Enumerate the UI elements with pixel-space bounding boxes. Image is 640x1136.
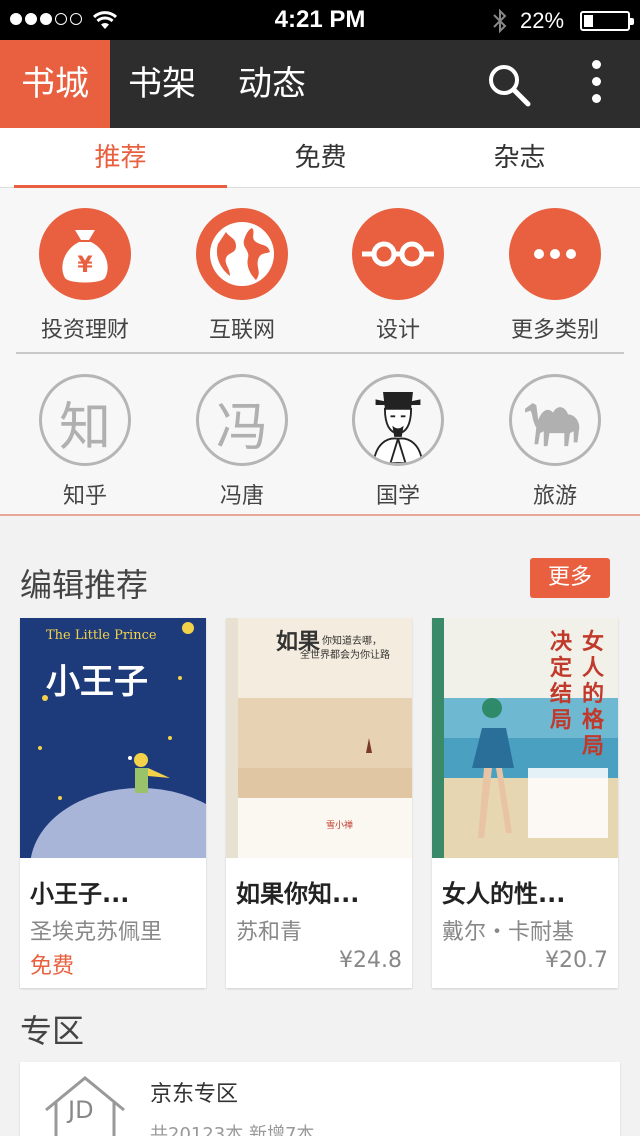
subtab-recommend[interactable]: 推荐 (14, 128, 227, 188)
svg-text:¥: ¥ (77, 253, 93, 278)
book-title: 女人的性... (442, 880, 566, 908)
category-label: 更多类别 (510, 318, 599, 343)
subtab-magazine[interactable]: 杂志 (413, 128, 626, 188)
battery-icon (580, 11, 634, 31)
section-title-editor: 编辑推荐 (20, 566, 149, 604)
category-label: 互联网 (208, 318, 275, 343)
top-nav: 书城 书架 动态 (0, 40, 640, 128)
subtab-free[interactable]: 免费 (214, 128, 427, 188)
category-fengtang[interactable]: 冯 冯唐 (162, 374, 322, 510)
tab-bookshelf[interactable]: 书架 (128, 40, 196, 128)
svg-text:雪小禅: 雪小禅 (326, 819, 353, 831)
zhihu-icon: 知 (39, 374, 131, 466)
more-vertical-icon[interactable] (590, 60, 602, 108)
tab-bookstore[interactable]: 书城 (0, 40, 110, 128)
sub-tabs: 推荐 免费 杂志 (0, 128, 640, 188)
cover-text-line2: 全世界都会为你让路 (300, 650, 390, 661)
battery-percentage: 22% (520, 8, 565, 33)
zhihu-glyph: 知 (58, 398, 111, 458)
book-author: 苏和青 (236, 920, 303, 945)
globe-icon (196, 208, 288, 300)
bluetooth-icon (493, 8, 507, 34)
book-cover: 雪小禅 如果 你知道去哪， 全世界都会为你让路 (226, 618, 412, 858)
zone-card-sub: 共20123本 新增7本 (150, 1124, 315, 1136)
camel-icon (509, 374, 601, 466)
category-divider (16, 352, 624, 354)
zone-card-title: 京东专区 (150, 1082, 239, 1107)
more-button[interactable]: 更多 (530, 558, 610, 598)
fengtang-glyph: 冯 (215, 398, 268, 458)
book-price: ¥24.8 (339, 948, 402, 973)
book-author: 圣埃克苏佩里 (30, 920, 163, 945)
category-label: 知乎 (62, 484, 107, 509)
category-internet[interactable]: 互联网 (162, 208, 322, 344)
more-dots-icon (509, 208, 601, 300)
cover-text-cn: 小王子 (46, 662, 148, 702)
book-card[interactable]: 雪小禅 如果 你知道去哪， 全世界都会为你让路 如果你知... 苏和青 ¥24.… (226, 618, 412, 988)
tab-activity[interactable]: 动态 (238, 40, 306, 128)
status-bar: 4:21 PM 22% (0, 0, 640, 40)
glasses-icon (352, 208, 444, 300)
book-cover: 女人的格局 决定结局 (432, 618, 618, 858)
category-label: 国学 (375, 484, 420, 509)
book-author: 戴尔・卡耐基 (442, 920, 575, 945)
category-zhihu[interactable]: 知 知乎 (5, 374, 165, 510)
cover-text-line1: 你知道去哪， (322, 636, 382, 647)
category-label: 旅游 (532, 484, 577, 509)
book-price: ¥20.7 (545, 948, 608, 973)
section-title-zone: 专区 (20, 1012, 85, 1050)
zone-card-jd[interactable]: JD 京东专区 共20123本 新增7本 (20, 1062, 620, 1136)
book-title: 小王子... (30, 880, 130, 908)
category-investment[interactable]: ¥ 投资理财 (5, 208, 165, 344)
jd-logo-text: JD (68, 1096, 94, 1124)
category-guoxue[interactable]: 国学 (318, 374, 478, 510)
category-grid: ¥ 投资理财 互联网 设计 更多类别 知 知乎 冯 冯唐 国学 旅游 (0, 188, 640, 516)
book-card[interactable]: 女人的格局 决定结局 女人的性... 戴尔・卡耐基 ¥20.7 (432, 618, 618, 988)
book-price: 免费 (30, 954, 75, 979)
category-more[interactable]: 更多类别 (475, 208, 635, 344)
money-bag-icon: ¥ (39, 208, 131, 300)
category-label: 冯唐 (219, 484, 264, 509)
scholar-portrait-icon (352, 374, 444, 466)
category-travel[interactable]: 旅游 (475, 374, 635, 510)
book-card[interactable]: The Little Prince 小王子 小王子... 圣埃克苏佩里 免费 (20, 618, 206, 988)
fengtang-icon: 冯 (196, 374, 288, 466)
category-label: 投资理财 (40, 318, 129, 343)
cover-text-title: 女人的格局 (582, 630, 605, 759)
cover-text-title2: 决定结局 (550, 630, 573, 733)
cover-text-en: The Little Prince (46, 628, 157, 643)
category-label: 设计 (375, 318, 420, 343)
book-title: 如果你知... (236, 880, 360, 908)
category-design[interactable]: 设计 (318, 208, 478, 344)
book-cover: The Little Prince 小王子 (20, 618, 206, 858)
search-icon[interactable] (486, 62, 532, 108)
